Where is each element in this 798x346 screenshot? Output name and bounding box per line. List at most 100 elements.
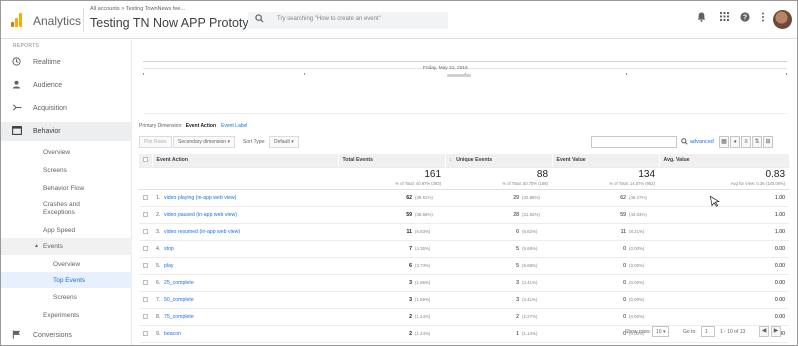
table-row[interactable]: 5. play 6 (3.73%) 5 (5.68%) 0 (0.00%) 0.00 [139, 257, 790, 275]
table-row[interactable]: 10.complete2(1.24%)2(2.27%)0(0.00%)0.00 [139, 342, 790, 345]
brand-name[interactable]: Analytics [33, 14, 81, 28]
table-filter-input[interactable] [591, 136, 677, 148]
account-breadcrumb[interactable]: All accounts > Testing TownNews fee... [90, 6, 185, 12]
top-header: Analytics All accounts > Testing TownNew… [1, 1, 797, 39]
row-checkbox[interactable] [143, 211, 148, 217]
row-select-cell[interactable] [139, 240, 152, 258]
row-checkbox[interactable] [143, 228, 148, 234]
event-action-link[interactable]: 75_complete [160, 308, 339, 326]
more-vert-icon[interactable] [757, 12, 769, 25]
table-row[interactable]: 4. stop 7 (4.35%) 5 (5.68%) 0 (0.00%) 0.00 [139, 240, 790, 258]
row-checkbox[interactable] [143, 279, 148, 285]
row-checkbox[interactable] [143, 330, 148, 336]
view-table-icon[interactable]: ▦ [719, 136, 729, 148]
column-header-event-value[interactable]: Event Value [552, 154, 660, 168]
event-action-link[interactable]: video resumed (in-app web view) [160, 223, 339, 241]
select-all-checkbox[interactable] [143, 157, 148, 163]
row-number: 1. [152, 189, 160, 207]
sidebar-item-app-speed[interactable]: App Speed [1, 222, 132, 238]
event-action-link[interactable]: stop [160, 240, 339, 258]
cell-value: 11 [620, 228, 627, 235]
row-select-cell[interactable] [139, 325, 152, 343]
timeline-chart[interactable]: Friday, May 31, 2019 [143, 46, 787, 114]
dimension-event-label[interactable]: Event Label [221, 123, 247, 129]
row-select-cell[interactable] [139, 223, 152, 241]
sidebar-item-top-events[interactable]: Top Events [1, 272, 132, 288]
sidebar-item-audience[interactable]: Audience [1, 77, 132, 94]
row-select-cell[interactable] [139, 342, 152, 345]
notifications-bell-icon[interactable] [695, 12, 707, 25]
cell-value: 2 [516, 313, 520, 320]
view-comparison-icon[interactable]: ⇅ [752, 136, 762, 148]
total-percent: % of Total: 40.97% (393) [395, 180, 442, 186]
table-row[interactable]: 6. 25_complete 3 (1.86%) 3 (3.41%) 0 (0.00%) 0.0… [139, 274, 790, 292]
sidebar-item-conversions[interactable]: Conversions [1, 327, 132, 344]
column-header-unique-events[interactable]: ↓ Unique Events [445, 154, 553, 168]
column-header-event-action[interactable]: Event Action [152, 154, 339, 168]
table-row[interactable]: 2. video paused (in-app web view) 59 (36.65… [139, 206, 790, 224]
apps-grid-icon[interactable] [718, 12, 730, 24]
sidebar-item-events[interactable]: ▲ Events [1, 238, 132, 255]
prev-page-icon[interactable]: ◀ [759, 326, 769, 337]
avg-value-cell: 0.00 [659, 308, 790, 326]
row-select-cell[interactable] [139, 189, 152, 207]
row-select-cell[interactable] [139, 308, 152, 326]
cell-percent: (4.35%) [415, 245, 431, 251]
next-page-icon[interactable]: ▶ [771, 326, 781, 337]
total-percent: Avg for View: 0.36 (130.09%) [730, 180, 786, 186]
event-action-link[interactable]: play [160, 257, 339, 275]
property-selector[interactable]: Testing TN Now APP Prototy...▾ [90, 16, 265, 30]
sidebar-item-screens[interactable]: Screens [1, 162, 132, 178]
event-action-link[interactable]: 50_complete [160, 291, 339, 309]
sort-type-dropdown[interactable]: Default ▾ [269, 136, 299, 148]
goto-input[interactable]: 1 [701, 326, 715, 337]
sidebar-item-acquisition[interactable]: Acquisition [1, 100, 132, 117]
row-checkbox[interactable] [143, 296, 148, 302]
view-pivot-icon[interactable]: ⊞ [763, 136, 773, 148]
sidebar-item-events-screens[interactable]: Screens [1, 289, 132, 305]
table-row[interactable]: 1. video playing (in-app web view) 62 (38.5… [139, 189, 790, 207]
sidebar-item-events-overview[interactable]: Overview [1, 256, 132, 272]
table-row[interactable]: 3. video resumed (in-app web view) 11 (6.83… [139, 223, 790, 241]
view-performance-icon[interactable]: ≡ [741, 136, 751, 148]
row-select-cell[interactable] [139, 274, 152, 292]
event-value-cell: 0(0.00%) [552, 274, 660, 292]
row-checkbox[interactable] [143, 313, 148, 319]
select-all-cell[interactable] [139, 154, 153, 168]
view-pie-icon[interactable]: ◕ [730, 136, 740, 148]
dimension-event-action[interactable]: Event Action [186, 123, 216, 129]
analytics-logo-icon[interactable] [11, 13, 23, 27]
table-row[interactable]: 8. 75_complete 2 (1.24%) 2 (2.27%) 0 (0.00%) 0.0… [139, 308, 790, 326]
cell-value: 0 [623, 245, 627, 252]
row-select-cell[interactable] [139, 257, 152, 275]
advanced-filter-link[interactable]: advanced [690, 139, 714, 145]
row-select-cell[interactable] [139, 206, 152, 224]
event-action-link[interactable]: video playing (in-app web view) [160, 189, 339, 207]
plot-rows-button[interactable]: Plot Rows [139, 136, 172, 148]
row-select-cell[interactable] [139, 291, 152, 309]
search-icon[interactable] [681, 138, 688, 147]
sidebar-item-experiments[interactable]: Experiments [1, 307, 132, 323]
event-action-link[interactable]: beacon [160, 325, 339, 343]
column-header-total-events[interactable]: Total Events [338, 154, 446, 168]
acquisition-icon [12, 103, 22, 114]
help-icon[interactable]: ? [739, 12, 751, 25]
row-checkbox[interactable] [143, 245, 148, 251]
sidebar-item-behavior-overview[interactable]: Overview [1, 144, 132, 160]
event-action-link[interactable]: complete [160, 342, 339, 345]
row-checkbox[interactable] [143, 194, 148, 200]
event-action-link[interactable]: 25_complete [160, 274, 339, 292]
secondary-dimension-dropdown[interactable]: Secondary dimension ▾ [173, 136, 235, 148]
show-rows-select[interactable]: 10 ▾ [652, 326, 670, 337]
sidebar-item-crashes-exceptions[interactable]: Crashes and Exceptions [1, 199, 132, 221]
sidebar-item-behavior-flow[interactable]: Behavior Flow [1, 180, 132, 196]
table-row[interactable]: 7. 50_complete 3 (1.86%) 3 (3.41%) 0 (0.00%) 0.0… [139, 291, 790, 309]
row-checkbox[interactable] [143, 262, 148, 268]
column-header-avg-value[interactable]: Avg. Value [659, 154, 790, 168]
search-box[interactable]: Try searching "How to create an event" [248, 12, 448, 29]
sidebar-item-realtime[interactable]: Realtime [1, 54, 132, 71]
user-avatar[interactable] [773, 10, 792, 29]
cell-percent: (5.68%) [522, 262, 538, 268]
sidebar-item-behavior[interactable]: Behavior [1, 122, 132, 141]
event-action-link[interactable]: video paused (in-app web view) [160, 206, 339, 224]
